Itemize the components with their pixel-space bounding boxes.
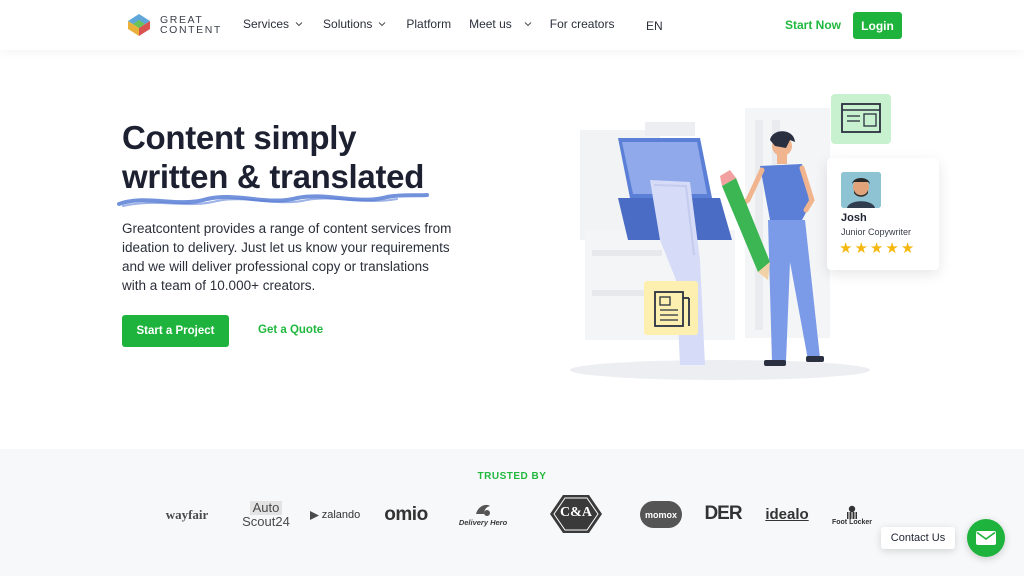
nav-services[interactable]: Services xyxy=(243,17,303,31)
chevron-down-icon xyxy=(295,22,303,27)
nav-meet-us[interactable]: Meet us xyxy=(469,17,532,31)
star-icon: ★ xyxy=(885,240,899,257)
profile-name: Josh xyxy=(841,212,867,224)
creator-profile-card: Josh Junior Copywriter ★ ★ ★ ★ ★ xyxy=(827,158,939,270)
trusted-by-label: TRUSTED BY xyxy=(477,471,547,482)
profile-role: Junior Copywriter xyxy=(841,227,912,237)
wayfair-logo: wayfair xyxy=(165,507,209,522)
zalando-logo: zalando xyxy=(308,505,362,525)
c-and-a-logo: C&A xyxy=(549,494,603,534)
hero-title-line1: Content simply xyxy=(122,119,357,156)
start-now-link[interactable]: Start Now xyxy=(785,18,841,32)
mail-icon xyxy=(976,531,996,545)
title-underline-decoration xyxy=(117,193,429,207)
referee-mark-icon xyxy=(847,505,857,519)
client-logos: wayfair Auto Scout24 zalando omio Delive… xyxy=(0,494,1024,544)
momox-logo: momox xyxy=(640,501,682,528)
avatar xyxy=(841,172,881,208)
logo-text-line2: CONTENT xyxy=(160,24,222,36)
hero-description: Greatcontent provides a range of content… xyxy=(122,221,452,293)
trusted-by-section: TRUSTED BY wayfair Auto Scout24 zalando … xyxy=(0,449,1024,576)
person-avatar-icon xyxy=(841,172,881,208)
logo-mark-icon xyxy=(128,14,150,36)
star-icon: ★ xyxy=(869,240,884,257)
get-quote-link[interactable]: Get a Quote xyxy=(258,324,323,336)
login-button[interactable]: Login xyxy=(853,12,902,39)
star-icon: ★ xyxy=(900,240,915,257)
contact-us-label[interactable]: Contact Us xyxy=(881,527,955,549)
star-icon: ★ xyxy=(854,240,868,257)
nav-solutions[interactable]: Solutions xyxy=(323,17,386,31)
autoscout24-logo: Auto Scout24 xyxy=(242,500,290,529)
language-selector[interactable]: EN xyxy=(646,19,663,33)
chevron-down-icon xyxy=(524,22,532,27)
rating-stars: ★ ★ ★ ★ ★ xyxy=(839,240,914,257)
star-icon: ★ xyxy=(839,240,853,257)
foot-locker-logo: Foot Locker xyxy=(829,500,875,530)
nav-for-creators[interactable]: For creators xyxy=(550,17,615,31)
greatcontent-logo[interactable]: GREAT CONTENT xyxy=(126,12,222,38)
omio-logo: omio xyxy=(384,504,428,525)
chevron-down-icon xyxy=(379,22,386,27)
zalando-mark-icon xyxy=(309,510,319,520)
site-header: GREAT CONTENT Services Solutions Platfor… xyxy=(0,0,1024,50)
der-logo: DER xyxy=(704,503,742,524)
nav-platform[interactable]: Platform xyxy=(406,17,451,31)
delivery-hero-logo: Delivery Hero xyxy=(454,498,512,530)
contact-button[interactable] xyxy=(967,519,1005,557)
start-project-button[interactable]: Start a Project xyxy=(122,315,229,347)
delivery-hero-mark-icon xyxy=(476,504,490,516)
idealo-logo: idealo xyxy=(765,505,809,523)
hero-title: Content simply written & translated xyxy=(122,118,424,196)
main-nav: Services Solutions Platform Meet us For … xyxy=(243,17,614,31)
